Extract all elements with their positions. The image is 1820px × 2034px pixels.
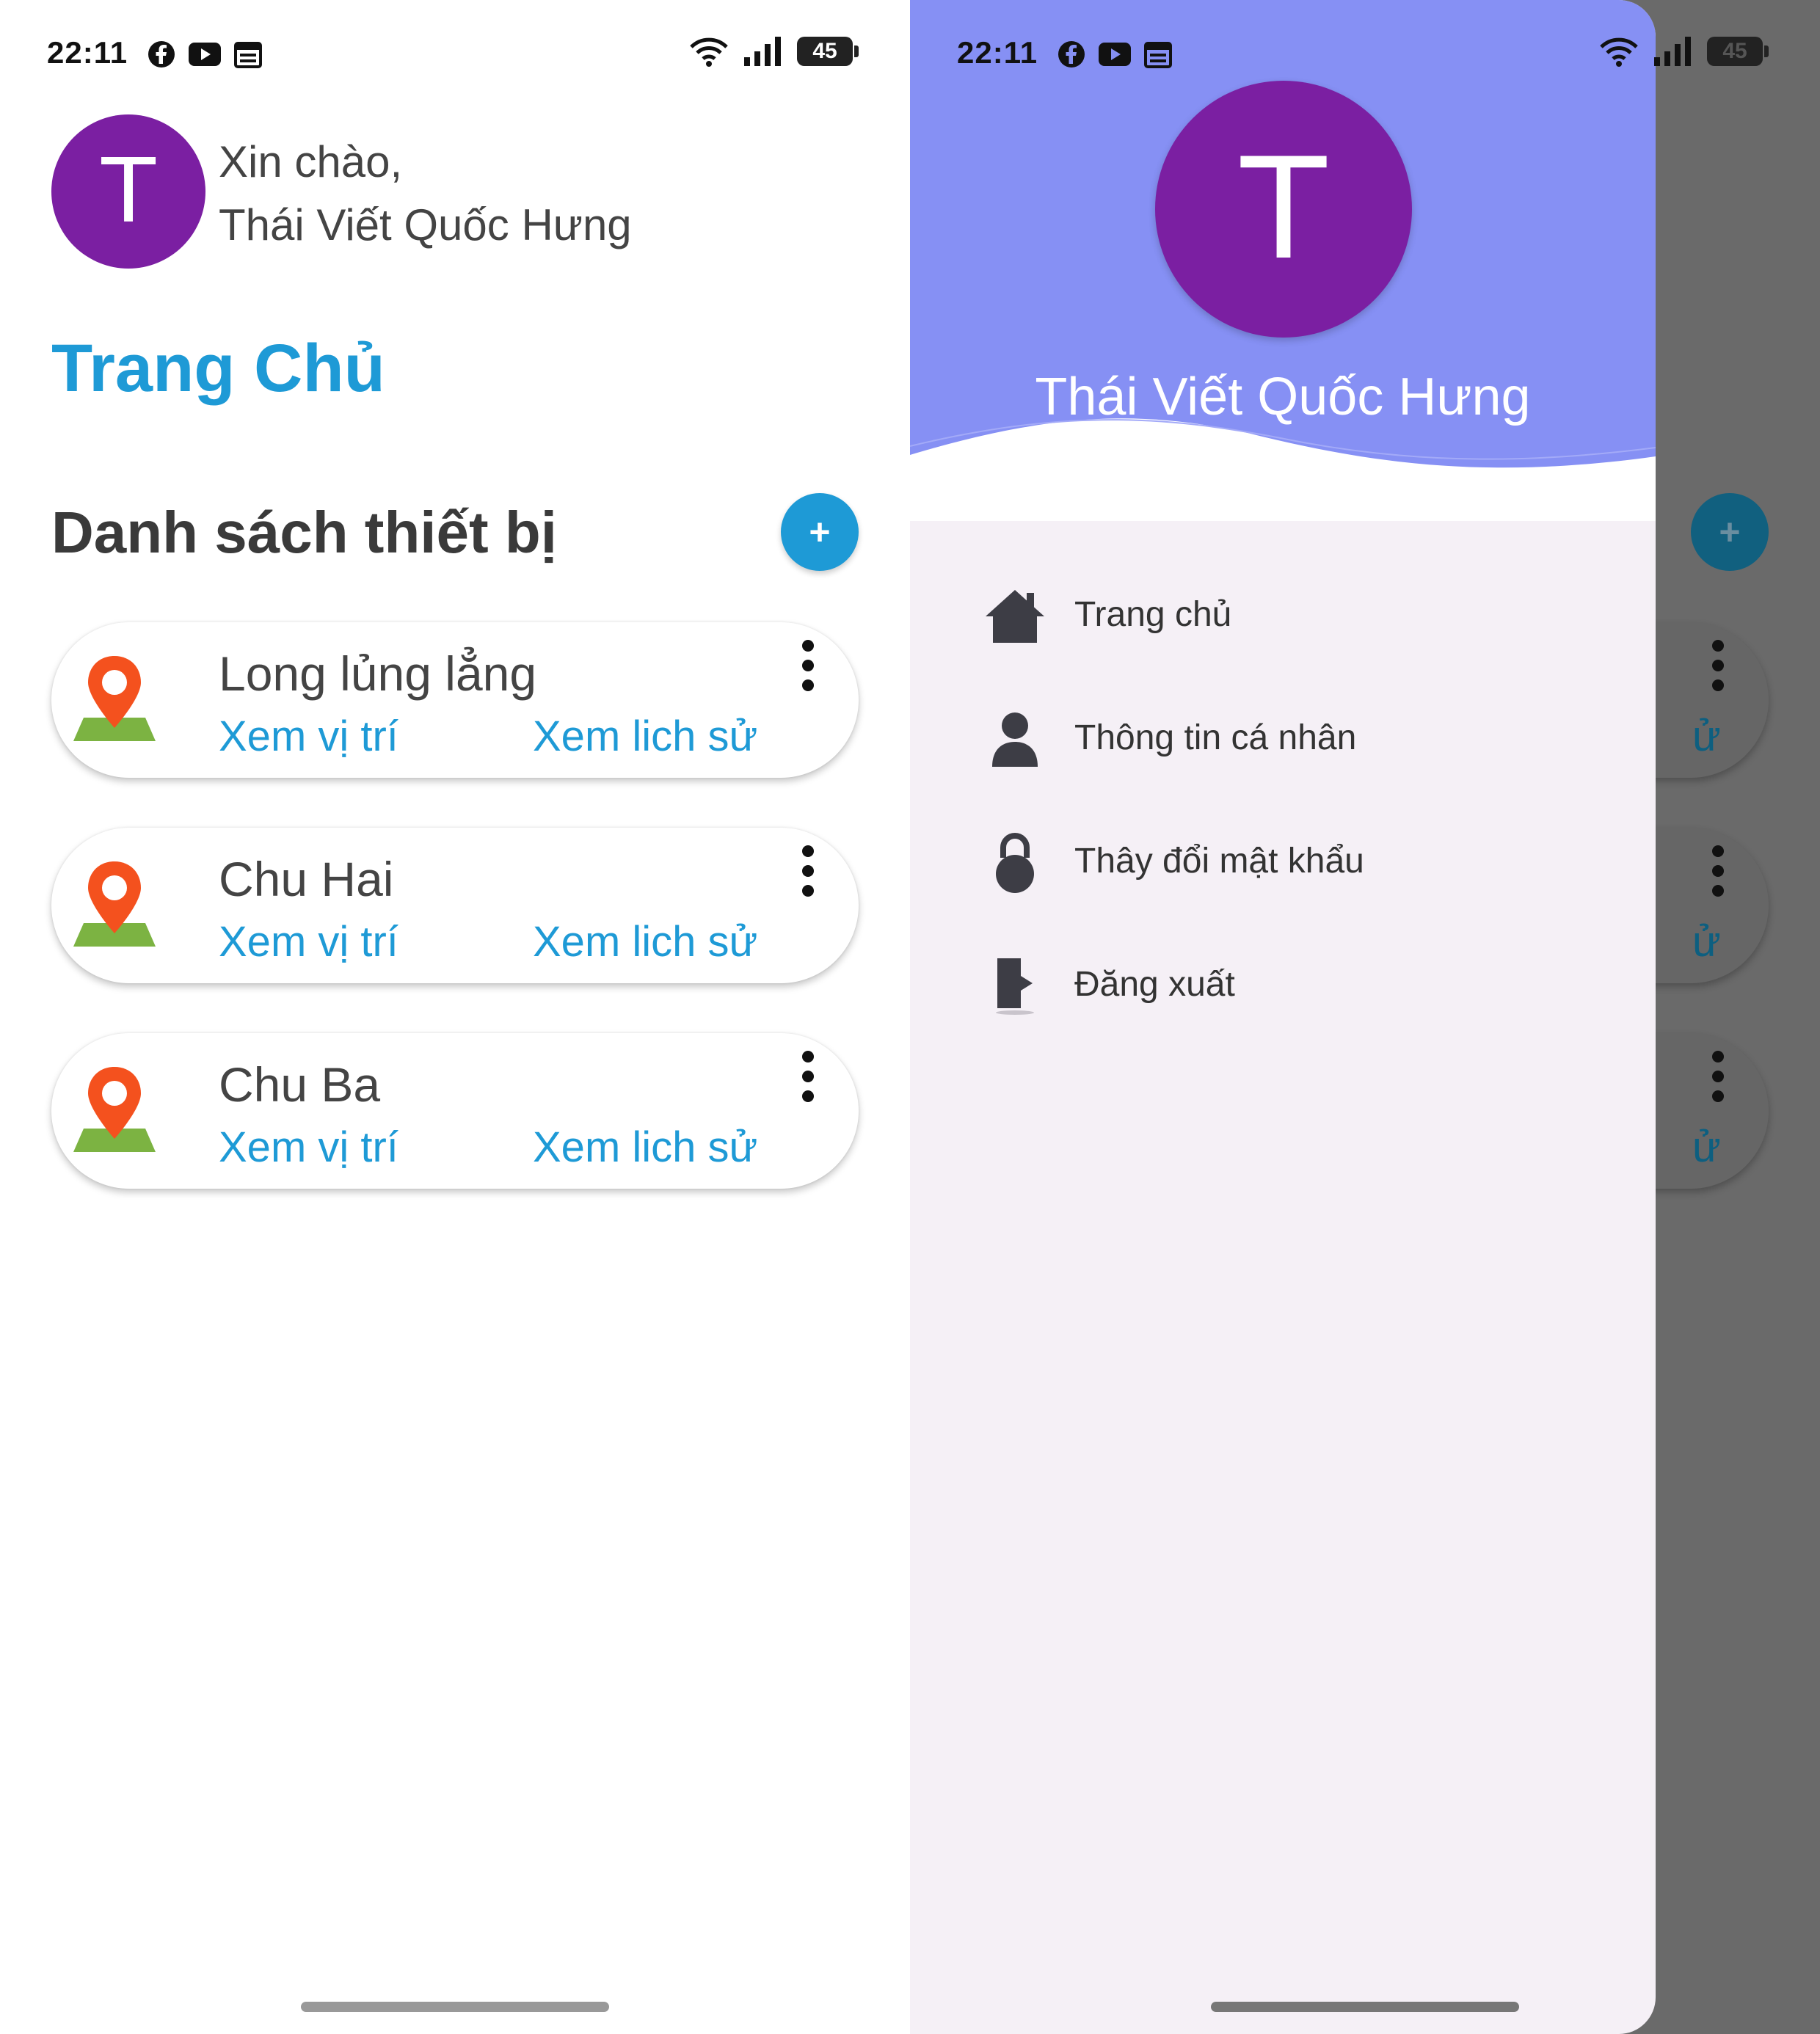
status-bar: 22:11 45 — [0, 0, 910, 110]
person-icon — [983, 707, 1046, 770]
wifi-icon — [690, 37, 728, 67]
system-icons: 45 — [1598, 35, 1769, 68]
more-options-icon — [1707, 640, 1729, 691]
map-pin-icon — [73, 861, 156, 947]
header-wave — [910, 418, 1656, 521]
history-link-fragment: ử — [1692, 712, 1721, 760]
signal-icon — [1654, 37, 1691, 66]
status-time: 22:11 — [47, 35, 128, 70]
view-location-link[interactable]: Xem vị trí — [219, 712, 398, 761]
drawer-item-change-password[interactable]: Thây đổi mật khẩu — [910, 804, 1656, 927]
device-card[interactable]: Long lủng lẳng Xem vị trí Xem lich sử — [51, 622, 859, 778]
drawer-screen: + ử ử ử T Thái Viết Quốc Hưng 22:11 Tran… — [910, 0, 1820, 2034]
signal-icon — [744, 37, 781, 66]
device-name: Chu Hai — [219, 852, 394, 906]
home-indicator[interactable] — [1211, 2002, 1519, 2012]
facebook-icon — [1058, 41, 1085, 68]
history-link-fragment: ử — [1692, 1123, 1721, 1171]
youtube-icon — [189, 43, 221, 66]
drawer-item-home[interactable]: Trang chủ — [910, 558, 1656, 681]
notification-icons — [1057, 40, 1173, 69]
drawer-user-name: Thái Viết Quốc Hưng — [1035, 368, 1531, 426]
add-device-button[interactable]: + — [781, 493, 859, 571]
home-indicator[interactable] — [301, 2002, 609, 2012]
device-list: Long lủng lẳng Xem vị trí Xem lich sử Ch… — [51, 622, 859, 1239]
view-history-link[interactable]: Xem lich sử — [533, 712, 757, 761]
more-options-icon[interactable] — [797, 1051, 819, 1102]
battery-icon: 45 — [797, 37, 859, 66]
drawer-item-label: Thông tin cá nhân — [1074, 718, 1357, 757]
map-pin-icon — [73, 656, 156, 741]
drawer-avatar[interactable]: T — [1155, 81, 1412, 338]
device-name: Long lủng lẳng — [219, 646, 537, 701]
avatar[interactable]: T — [51, 114, 205, 269]
view-location-link[interactable]: Xem vị trí — [219, 917, 398, 966]
more-options-icon — [1707, 1051, 1729, 1102]
device-card[interactable]: Chu Hai Xem vị trí Xem lich sử — [51, 828, 859, 983]
map-pin-icon — [73, 1067, 156, 1152]
view-history-link[interactable]: Xem lich sử — [533, 917, 757, 966]
view-location-link[interactable]: Xem vị trí — [219, 1123, 398, 1172]
more-options-icon — [1707, 845, 1729, 897]
drawer-item-label: Trang chủ — [1074, 595, 1232, 634]
drawer-item-label: Đăng xuất — [1074, 965, 1235, 1004]
device-list-title: Danh sách thiết bị — [51, 500, 557, 565]
more-options-icon[interactable] — [797, 640, 819, 691]
user-name: Thái Viết Quốc Hưng — [219, 200, 632, 249]
view-history-link[interactable]: Xem lich sử — [533, 1123, 757, 1172]
drawer-item-label: Thây đổi mật khẩu — [1074, 842, 1364, 881]
more-options-icon[interactable] — [797, 845, 819, 897]
facebook-icon — [148, 41, 175, 68]
youtube-icon — [1099, 43, 1131, 66]
system-icons: 45 — [688, 35, 859, 68]
greeting-text: Xin chào, — [219, 137, 403, 186]
wifi-icon — [1600, 37, 1638, 67]
navigation-drawer: T Thái Viết Quốc Hưng 22:11 Trang chủ Th… — [910, 0, 1656, 2034]
status-time: 22:11 — [957, 35, 1038, 70]
logout-icon — [983, 954, 1046, 1017]
battery-icon: 45 — [1707, 37, 1769, 66]
device-card[interactable]: Chu Ba Xem vị trí Xem lich sử — [51, 1033, 859, 1189]
home-screen: 22:11 45 T Xin chào, Thái Viết Quốc Hưng… — [0, 0, 910, 2034]
drawer-item-profile[interactable]: Thông tin cá nhân — [910, 681, 1656, 804]
home-icon — [983, 584, 1046, 647]
lock-icon — [983, 831, 1046, 894]
drawer-item-logout[interactable]: Đăng xuất — [910, 927, 1656, 1051]
page-title: Trang Chủ — [51, 331, 385, 406]
add-device-button-dimmed: + — [1691, 493, 1769, 571]
calendar-icon — [1144, 42, 1172, 68]
history-link-fragment: ử — [1692, 918, 1721, 966]
notification-icons — [147, 40, 263, 69]
calendar-icon — [234, 42, 262, 68]
status-bar: 22:11 — [910, 0, 1656, 110]
device-name: Chu Ba — [219, 1057, 381, 1112]
drawer-menu: Trang chủ Thông tin cá nhân Thây đổi mật… — [910, 558, 1656, 1051]
